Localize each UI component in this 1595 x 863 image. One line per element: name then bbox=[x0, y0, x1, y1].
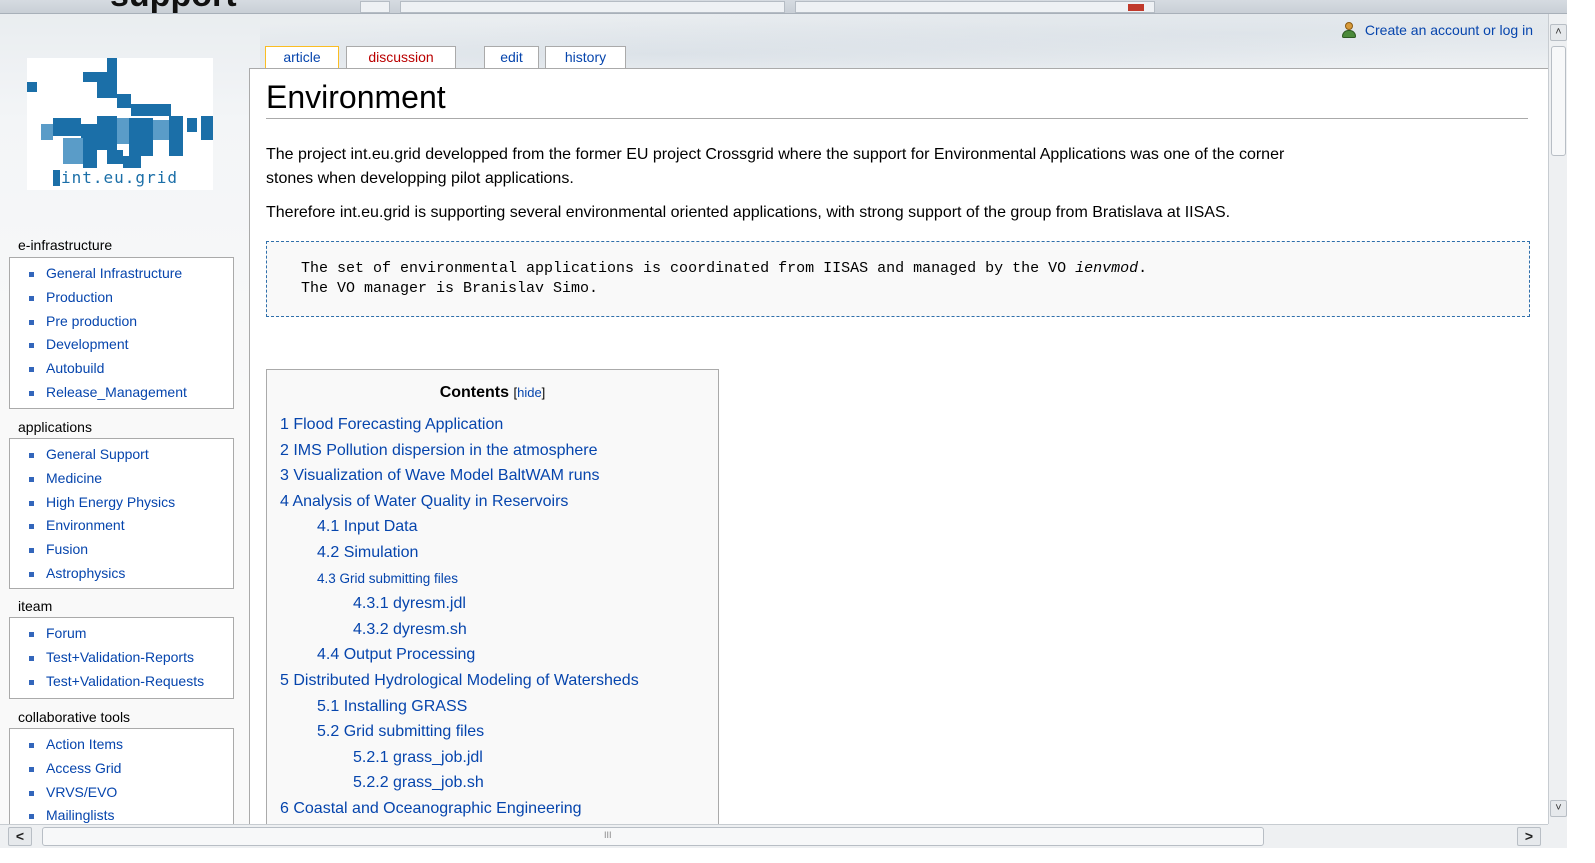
scroll-grip-icon: III bbox=[604, 830, 612, 840]
sidebar-item-environment[interactable]: Environment bbox=[10, 514, 233, 538]
toc-item[interactable]: 5.2 Grid submitting files bbox=[280, 719, 639, 745]
horizontal-scroll-thumb[interactable] bbox=[42, 827, 1264, 846]
sidebar-item-vrvs-evo[interactable]: VRVS/EVO bbox=[10, 781, 233, 805]
toc-item[interactable]: 4.3 Grid submitting files bbox=[280, 566, 639, 592]
toc-item[interactable]: 1 Flood Forecasting Application bbox=[280, 412, 639, 438]
toc-item[interactable]: 5.1 Installing GRASS bbox=[280, 694, 639, 720]
vertical-scrollbar[interactable]: ˄ ˅ bbox=[1548, 14, 1567, 824]
toc-hide-link[interactable]: hide bbox=[517, 385, 542, 400]
intro-line-2: stones when developping pilot applicatio… bbox=[266, 170, 574, 187]
horizontal-scrollbar[interactable]: < III > bbox=[0, 824, 1548, 848]
scrollbar-corner bbox=[1548, 824, 1567, 848]
sidebar-item-general-infrastructure[interactable]: General Infrastructure bbox=[10, 262, 233, 286]
toc-item[interactable]: 6 Coastal and Oceanographic Engineering bbox=[280, 796, 639, 822]
toc-item[interactable]: 5.2.1 grass_job.jdl bbox=[280, 745, 639, 771]
site-logo[interactable]: int.eu.grid bbox=[27, 58, 213, 190]
sidebar-item-test-validation-reports[interactable]: Test+Validation-Reports bbox=[10, 646, 233, 670]
sidebar-item-forum[interactable]: Forum bbox=[10, 622, 233, 646]
vertical-scroll-thumb[interactable] bbox=[1551, 46, 1566, 156]
toc-list: 1 Flood Forecasting Application 2 IMS Pol… bbox=[280, 412, 639, 822]
tab-history[interactable]: history bbox=[545, 46, 626, 68]
sidebar-item-medicine[interactable]: Medicine bbox=[10, 467, 233, 491]
cut-off-heading: support bbox=[110, 0, 237, 13]
toc-item[interactable]: 3 Visualization of Wave Model BaltWAM ru… bbox=[280, 463, 639, 489]
toc-item[interactable]: 4.3.1 dyresm.jdl bbox=[280, 591, 639, 617]
portlet-title-e-infrastructure: e-infrastructure bbox=[18, 237, 113, 253]
portlet-title-iteam: iteam bbox=[18, 598, 53, 614]
tab-discussion[interactable]: discussion bbox=[346, 46, 456, 68]
sidebar-item-fusion[interactable]: Fusion bbox=[10, 538, 233, 562]
portlet-e-infrastructure: General Infrastructure Production Pre pr… bbox=[9, 257, 234, 409]
user-icon bbox=[1341, 22, 1357, 38]
toc-item[interactable]: 4.4 Output Processing bbox=[280, 642, 639, 668]
sidebar-item-development[interactable]: Development bbox=[10, 333, 233, 357]
sidebar-item-autobuild[interactable]: Autobuild bbox=[10, 357, 233, 381]
portlet-collaborative-tools: Action Items Access Grid VRVS/EVO Mailin… bbox=[9, 728, 234, 828]
intro-line-1: The project int.eu.grid developped from … bbox=[266, 146, 1285, 163]
preformatted-note: The set of environmental applications is… bbox=[266, 241, 1530, 317]
sidebar-item-access-grid[interactable]: Access Grid bbox=[10, 757, 233, 781]
sidebar-item-pre-production[interactable]: Pre production bbox=[10, 310, 233, 334]
sidebar-item-test-validation-requests[interactable]: Test+Validation-Requests bbox=[10, 670, 233, 694]
intro-paragraph: The project int.eu.grid developped from … bbox=[266, 143, 1284, 191]
note-line-1b: . bbox=[1138, 260, 1148, 277]
toc-heading: Contents bbox=[439, 384, 510, 401]
sidebar-item-high-energy-physics[interactable]: High Energy Physics bbox=[10, 491, 233, 515]
sidebar-item-action-items[interactable]: Action Items bbox=[10, 733, 233, 757]
note-line-2: The VO manager is Branislav Simo. bbox=[301, 279, 599, 297]
page-title: Environment bbox=[266, 79, 1528, 119]
support-paragraph: Therefore int.eu.grid is supporting seve… bbox=[266, 204, 1231, 221]
toc-item[interactable]: 5 Distributed Hydrological Modeling of W… bbox=[280, 668, 639, 694]
browser-viewport: support Create an account or log in int.… bbox=[0, 0, 1595, 863]
scroll-up-icon[interactable]: ˄ bbox=[1550, 24, 1567, 41]
login-link[interactable]: Create an account or log in bbox=[1365, 22, 1533, 38]
toc-title: Contents [hide] bbox=[267, 384, 718, 402]
toc-item[interactable]: 4 Analysis of Water Quality in Reservoir… bbox=[280, 489, 639, 515]
personal-tools: Create an account or log in bbox=[1341, 22, 1533, 38]
tab-article[interactable]: article bbox=[265, 46, 339, 69]
table-of-contents: Contents [hide] 1 Flood Forecasting Appl… bbox=[266, 369, 719, 839]
window-edge-bottom bbox=[0, 848, 1595, 863]
portlet-title-collaborative-tools: collaborative tools bbox=[18, 709, 131, 725]
portlet-applications: General Support Medicine High Energy Phy… bbox=[9, 438, 234, 589]
toc-item[interactable]: 2 IMS Pollution dispersion in the atmosp… bbox=[280, 438, 639, 464]
toc-item[interactable]: 5.2.2 grass_job.sh bbox=[280, 770, 639, 796]
toc-item[interactable]: 4.1 Input Data bbox=[280, 514, 639, 540]
toc-item[interactable]: 4.2 Simulation bbox=[280, 540, 639, 566]
logo-text: int.eu.grid bbox=[61, 168, 178, 187]
scroll-right-icon[interactable]: > bbox=[1517, 827, 1541, 846]
sidebar-item-release-management[interactable]: Release_Management bbox=[10, 381, 233, 405]
sidebar-item-astrophysics[interactable]: Astrophysics bbox=[10, 562, 233, 586]
tab-edit[interactable]: edit bbox=[484, 46, 539, 68]
vo-name: ienvmod bbox=[1075, 260, 1139, 277]
toc-item[interactable]: 4.3.2 dyresm.sh bbox=[280, 617, 639, 643]
portlet-iteam: Forum Test+Validation-Reports Test+Valid… bbox=[9, 617, 234, 699]
window-edge-right bbox=[1567, 0, 1595, 863]
note-line-1a: The set of environmental applications is… bbox=[301, 260, 1076, 277]
scroll-left-icon[interactable]: < bbox=[8, 827, 32, 846]
sidebar-item-production[interactable]: Production bbox=[10, 286, 233, 310]
sidebar-item-general-support[interactable]: General Support bbox=[10, 443, 233, 467]
toc-hide-toggle: [hide] bbox=[513, 385, 546, 400]
content-area: Environment The project int.eu.grid deve… bbox=[249, 68, 1549, 839]
top-window-strip: support bbox=[0, 0, 1595, 14]
portlet-title-applications: applications bbox=[18, 419, 92, 435]
scroll-down-icon[interactable]: ˅ bbox=[1550, 800, 1567, 817]
